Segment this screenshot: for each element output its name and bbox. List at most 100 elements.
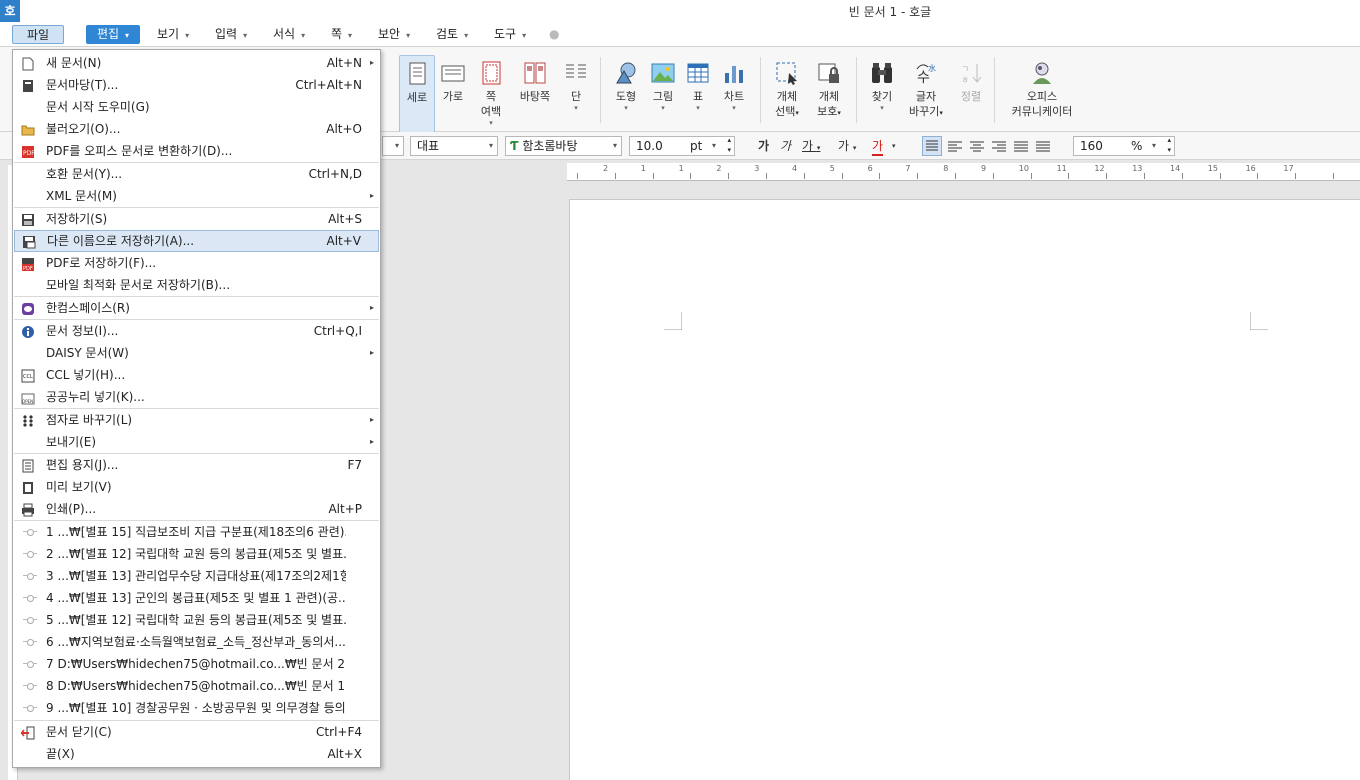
menu-security[interactable]: 보안 ▾ bbox=[374, 25, 414, 44]
menu-item-shortcut: Alt+O bbox=[326, 122, 362, 136]
picture-button[interactable]: 그림 ▾ bbox=[648, 55, 678, 112]
page-margin-button[interactable]: 쪽 여백 ▾ bbox=[476, 55, 506, 127]
ruler-tick bbox=[577, 173, 578, 179]
menu-item-recent-file-8[interactable]: 8 D:₩Users₩hidechen75@hotmail.co...₩빈 문서… bbox=[14, 675, 379, 697]
menu-edit[interactable]: 편집 ▾ bbox=[86, 25, 140, 44]
menu-item-print-preview[interactable]: 미리 보기(V) bbox=[14, 476, 379, 498]
align-distribute-button[interactable] bbox=[1012, 138, 1030, 156]
strike-button[interactable]: 가 ▾ bbox=[838, 138, 856, 156]
ruler-tick bbox=[1106, 173, 1108, 179]
menu-item-insert-kogl[interactable]: OPEN 공공누리 넣기(K)... bbox=[14, 386, 379, 408]
menu-item-close-document[interactable]: 문서 닫기(C) Ctrl+F4 bbox=[14, 721, 379, 743]
table-button[interactable]: 표 ▾ bbox=[684, 55, 712, 112]
spin-icon[interactable]: ▴ ▾ bbox=[1167, 135, 1171, 155]
menu-item-xml-document[interactable]: XML 문서(M) ▸ bbox=[14, 185, 379, 207]
align-left-button[interactable] bbox=[946, 138, 964, 156]
menu-page[interactable]: 쪽 ▾ bbox=[327, 25, 356, 44]
sort-button[interactable]: ㄱㅎ 정렬 bbox=[956, 55, 986, 104]
ribbon-separator bbox=[994, 57, 995, 123]
menu-review[interactable]: 검토 ▾ bbox=[432, 25, 472, 44]
menu-file[interactable]: 파일 bbox=[12, 25, 64, 44]
menu-insert[interactable]: 입력 ▾ bbox=[211, 25, 251, 44]
menu-format[interactable]: 서식 ▾ bbox=[269, 25, 309, 44]
menu-item-recent-file-5[interactable]: 5 ...₩[별표 12] 국립대학 교원 등의 봉급표(제5조 및 별표.. bbox=[14, 609, 379, 631]
underline-button[interactable]: 가 ▾ bbox=[802, 138, 820, 156]
menu-item-open-file[interactable]: 불러오기(O)... Alt+O bbox=[14, 118, 379, 140]
help-icon[interactable]: ● bbox=[545, 25, 563, 44]
picture-label: 그림 bbox=[652, 90, 674, 103]
menu-item-template-gallery[interactable]: 문서마당(T)... Ctrl+Alt+N bbox=[14, 74, 379, 96]
truetype-font-icon: Ƭ bbox=[510, 139, 519, 153]
menu-item-page-setup[interactable]: 편집 용지(J)... F7 bbox=[14, 454, 379, 476]
menu-item-document-start-helper[interactable]: 문서 시작 도우미(G) bbox=[14, 96, 379, 118]
style-dropdown-stub[interactable]: ▾ bbox=[382, 136, 404, 156]
object-select-button[interactable]: 개체 선택▾ bbox=[770, 55, 804, 121]
align-split-button[interactable] bbox=[1034, 138, 1052, 156]
menu-item-new-document[interactable]: 새 문서(N) Alt+N ▸ bbox=[14, 52, 379, 74]
menu-item-shortcut: Alt+P bbox=[328, 502, 362, 516]
submenu-arrow-icon: ▸ bbox=[369, 437, 374, 446]
style-select[interactable]: 대표 ▾ bbox=[410, 136, 498, 156]
menu-item-recent-file-2[interactable]: 2 ...₩[별표 12] 국립대학 교원 등의 봉급표(제5조 및 별표.. bbox=[14, 543, 379, 565]
menu-item-insert-ccl[interactable]: CCL CCL 넣기(H)... bbox=[14, 364, 379, 386]
title-bar: 호 빈 문서 1 - 호글 bbox=[0, 0, 1360, 22]
menu-item-save-as[interactable]: 다른 이름으로 저장하기(A)... Alt+V bbox=[14, 230, 379, 252]
align-left-icon bbox=[948, 141, 962, 152]
info-icon bbox=[21, 324, 35, 338]
menu-item-recent-file-4[interactable]: 4 ...₩[별표 13] 군인의 봉급표(제5조 및 별표 1 관련)(공.. bbox=[14, 587, 379, 609]
menu-item-label: PDF를 오피스 문서로 변환하기(D)... bbox=[46, 144, 233, 158]
menu-item-recent-file-3[interactable]: 3 ...₩[별표 13] 관리업무수당 지급대상표(제17조의2제1항.. bbox=[14, 565, 379, 587]
align-right-button[interactable] bbox=[990, 138, 1008, 156]
spin-icon[interactable]: ▴ ▾ bbox=[727, 135, 731, 155]
italic-button[interactable]: 가 bbox=[780, 138, 791, 156]
menu-item-convert-braille[interactable]: 점자로 바꾸기(L) ▸ bbox=[14, 409, 379, 431]
align-center-button[interactable] bbox=[968, 138, 986, 156]
menu-item-document-info[interactable]: 문서 정보(I)... Ctrl+Q,I bbox=[14, 320, 379, 342]
menu-item-print[interactable]: 인쇄(P)... Alt+P bbox=[14, 498, 379, 520]
menu-item-exit[interactable]: 끝(X) Alt+X bbox=[14, 743, 379, 765]
menu-view[interactable]: 보기 ▾ bbox=[153, 25, 193, 44]
menu-item-compatible-document[interactable]: 호환 문서(Y)... Ctrl+N,D bbox=[14, 163, 379, 185]
chevron-down-icon: ▾ bbox=[732, 104, 736, 112]
horizontal-ruler[interactable]: 2 1 1 2 3 4 5 6 7 8 9 10 11 12 13 14 15 16 17 bbox=[567, 163, 1360, 181]
menu-item-recent-file-1[interactable]: 1 ...₩[별표 15] 직급보조비 지급 구분표(제18조의6 관련).. bbox=[14, 521, 379, 543]
landscape-label: 가로 bbox=[442, 90, 464, 103]
hancomspace-icon bbox=[21, 301, 35, 315]
menu-item-save[interactable]: 저장하기(S) Alt+S bbox=[14, 208, 379, 230]
replace-button[interactable]: 수水 글자 바꾸기▾ bbox=[906, 55, 946, 121]
menu-item-label: 3 ...₩[별표 13] 관리업무수당 지급대상표(제17조의2제1항.. bbox=[46, 569, 346, 583]
portrait-button[interactable]: 세로 bbox=[399, 55, 435, 133]
chevron-down-icon[interactable]: ▾ bbox=[892, 138, 896, 156]
object-protect-button[interactable]: 개체 보호▾ bbox=[812, 55, 846, 121]
document-page[interactable] bbox=[569, 199, 1360, 780]
align-right-icon bbox=[992, 141, 1006, 152]
menu-item-save-mobile[interactable]: 모바일 최적화 문서로 저장하기(B)... bbox=[14, 274, 379, 296]
kogl-icon: OPEN bbox=[21, 390, 35, 405]
menu-tools[interactable]: 도구 ▾ bbox=[490, 25, 530, 44]
master-page-button[interactable]: 바탕쪽 bbox=[516, 55, 554, 104]
menu-item-send[interactable]: 보내기(E) ▸ bbox=[14, 431, 379, 453]
landscape-button[interactable]: 가로 bbox=[438, 55, 468, 104]
file-menu: 새 문서(N) Alt+N ▸ 문서마당(T)... Ctrl+Alt+N 문서 시작 도… bbox=[12, 49, 381, 768]
office-communicator-button[interactable]: 오피스 커뮤니케이터 bbox=[1004, 55, 1080, 119]
menu-item-daisy-document[interactable]: DAISY 문서(W) ▸ bbox=[14, 342, 379, 364]
align-justify-button[interactable] bbox=[922, 136, 942, 156]
font-select[interactable]: Ƭ 함초롬바탕 ▾ bbox=[505, 136, 622, 156]
menu-item-hancomspace[interactable]: 한컴스페이스(R) ▸ bbox=[14, 297, 379, 319]
chevron-down-icon: ▾ bbox=[406, 31, 411, 40]
font-size-input[interactable]: 10.0 pt ▾ ▴ ▾ bbox=[629, 136, 735, 156]
replace-label-2: 바꾸기 bbox=[909, 105, 940, 118]
menu-item-pdf-to-office[interactable]: PDF PDF를 오피스 문서로 변환하기(D)... bbox=[14, 140, 379, 162]
zoom-input[interactable]: 160% ▾ ▴ ▾ bbox=[1073, 136, 1175, 156]
shapes-button[interactable]: 도형 ▾ bbox=[610, 55, 642, 112]
font-color-button[interactable]: 가 bbox=[872, 138, 884, 156]
chart-button[interactable]: 차트 ▾ bbox=[719, 55, 749, 112]
menu-item-recent-file-6[interactable]: 6 ...₩지역보험료·소득월액보험료_소득_정산부과_동의서... bbox=[14, 631, 379, 653]
menu-item-recent-file-9[interactable]: 9 ...₩[별표 10] 경찰공무원 · 소방공무원 및 의무경찰 등의.. bbox=[14, 697, 379, 719]
bold-button[interactable]: 가 bbox=[758, 138, 769, 156]
columns-button[interactable]: 단 ▾ bbox=[561, 55, 591, 112]
menu-item-recent-file-7[interactable]: 7 D:₩Users₩hidechen75@hotmail.co...₩빈 문서… bbox=[14, 653, 379, 675]
recent-file-icon bbox=[23, 551, 37, 558]
menu-item-save-as-pdf[interactable]: PDF PDF로 저장하기(F)... bbox=[14, 252, 379, 274]
find-button[interactable]: 찾기 ▾ bbox=[866, 55, 898, 112]
